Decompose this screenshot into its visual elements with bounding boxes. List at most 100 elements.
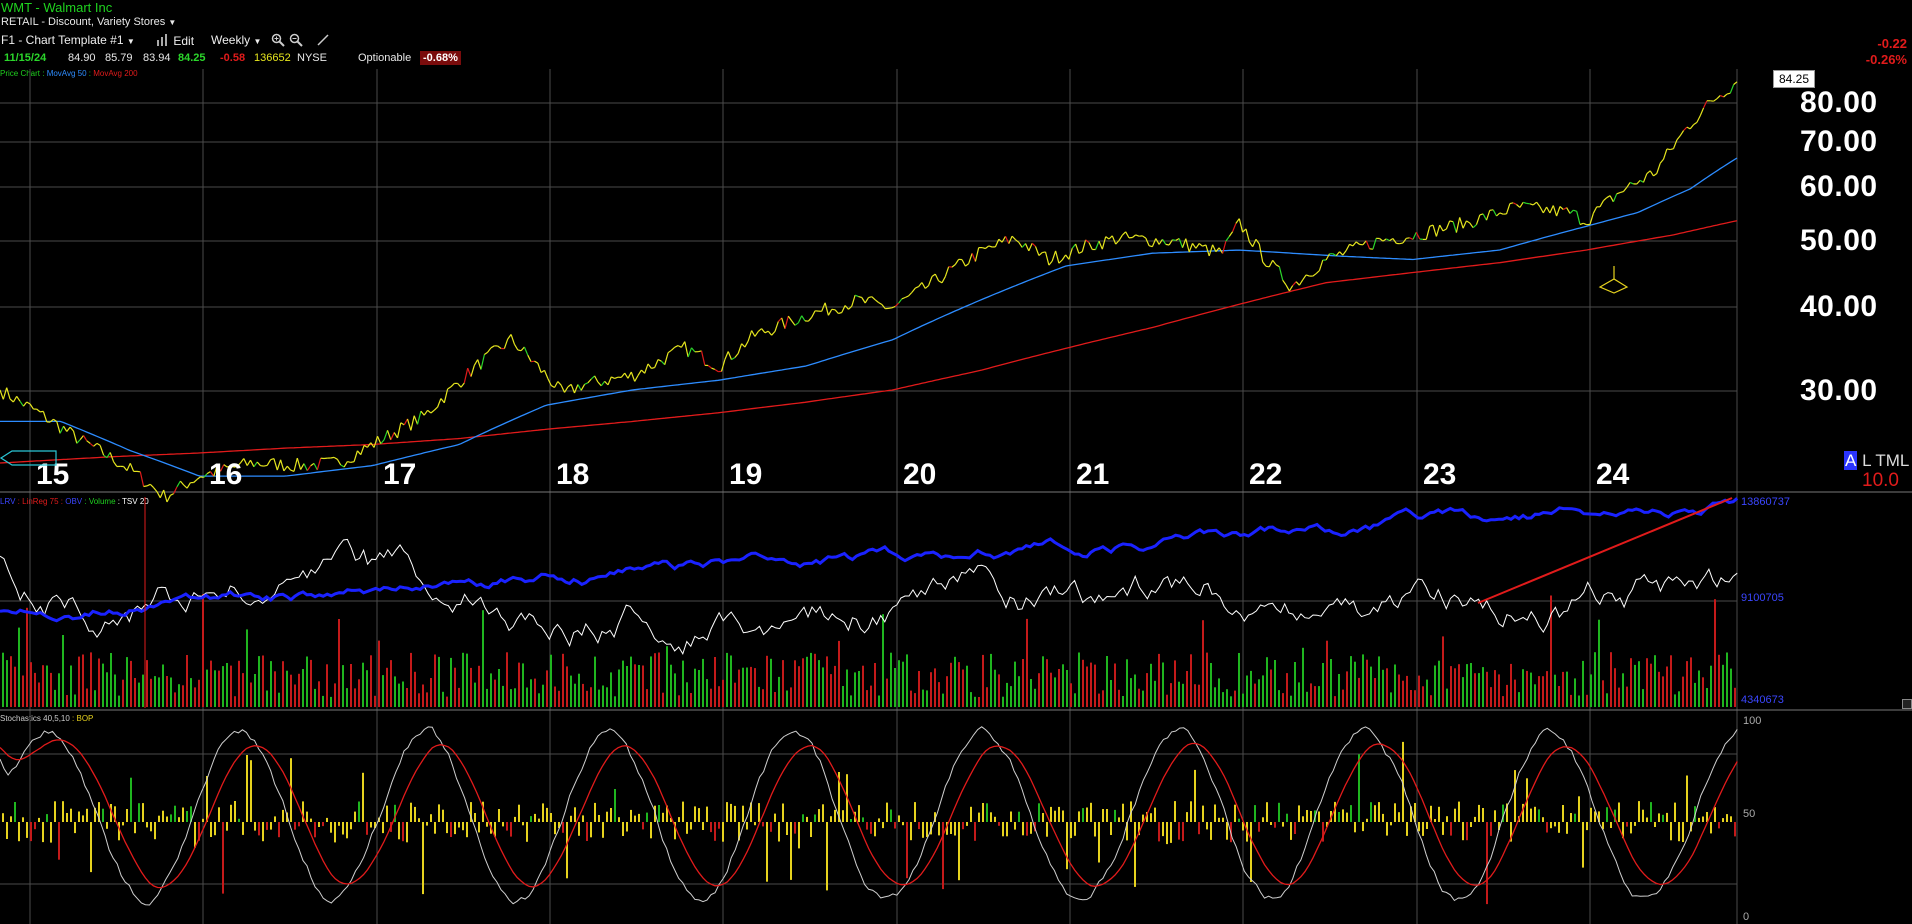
volume-bar	[934, 668, 936, 707]
bop-bar	[1546, 822, 1548, 833]
bop-bar	[1534, 806, 1536, 822]
range-marker-icon[interactable]	[0, 450, 58, 471]
price-segment	[771, 330, 776, 336]
scale-mode-toggle[interactable]: A L TML	[1844, 451, 1909, 471]
bop-bar	[486, 822, 488, 827]
volume-bar	[1642, 689, 1644, 707]
price-segment	[1068, 248, 1073, 260]
bop-bar	[1530, 808, 1532, 822]
bop-bar	[1350, 805, 1352, 822]
volume-bar	[698, 670, 700, 707]
volume-bar	[1398, 674, 1400, 707]
bop-bar	[874, 822, 876, 837]
price-segment	[915, 286, 919, 289]
volume-bar	[634, 664, 636, 707]
price-segment	[253, 461, 258, 468]
volume-bar	[1122, 696, 1124, 707]
price-segment	[1653, 173, 1658, 177]
bop-bar	[446, 822, 448, 834]
volume-bar	[1190, 654, 1192, 707]
price-segment	[437, 398, 442, 408]
volume-bar	[686, 682, 688, 707]
volume-bar	[1114, 663, 1116, 707]
bop-bars	[2, 741, 1736, 905]
volume-bar	[690, 693, 692, 707]
scroll-handle[interactable]	[1902, 696, 1912, 714]
volume-bar	[134, 678, 136, 707]
stoch-axis-label: 100	[1743, 715, 1762, 727]
volume-bar	[1446, 688, 1448, 707]
volume-bar	[14, 666, 16, 707]
volume-bar	[878, 695, 880, 707]
price-segment	[126, 463, 131, 471]
bop-bar	[1318, 811, 1320, 822]
bop-bar	[526, 822, 528, 842]
price-segment	[1609, 195, 1614, 203]
volume-bar	[1258, 679, 1260, 707]
volume-bar	[678, 695, 680, 707]
bop-bar	[502, 822, 504, 827]
price-segment	[427, 409, 432, 414]
price-segment	[1556, 206, 1561, 217]
volume-bar	[138, 682, 140, 707]
volume-bar	[1154, 680, 1156, 707]
x-tick-label: 16	[209, 458, 243, 491]
bop-bar	[898, 815, 900, 822]
bop-bar	[1462, 822, 1464, 841]
volume-bar	[46, 665, 48, 707]
volume-bar	[898, 660, 900, 707]
price-segment	[1034, 246, 1040, 256]
price-segment	[620, 372, 626, 378]
stoch-axis-label: 50	[1743, 808, 1756, 820]
bop-bar	[1310, 811, 1312, 822]
volume-bar	[818, 660, 820, 707]
volume-bar	[1498, 674, 1500, 707]
volume-bar	[638, 665, 640, 707]
volume-bar	[714, 657, 716, 707]
scale-mode-rest[interactable]: L TML	[1862, 451, 1909, 470]
price-segment	[1672, 139, 1678, 149]
scale-mode-a[interactable]: A	[1844, 451, 1858, 470]
volume-bar	[1194, 684, 1196, 707]
volume-bar	[510, 689, 512, 707]
bop-bar	[542, 803, 544, 822]
bop-bar	[1026, 822, 1028, 836]
volume-bar	[626, 666, 628, 707]
volume-bar	[1178, 681, 1180, 707]
volume-bar	[1634, 664, 1636, 707]
bop-bar	[1630, 822, 1632, 834]
bop-bar	[1078, 811, 1080, 822]
volume-bar	[1654, 655, 1656, 707]
price-segment	[1315, 270, 1320, 275]
volume-bar	[1150, 663, 1152, 707]
bop-bar	[270, 822, 272, 830]
bop-bar	[766, 822, 768, 882]
price-segment	[286, 465, 292, 471]
x-tick-label: 17	[383, 458, 417, 491]
bop-bar	[1654, 822, 1656, 827]
price-segment	[360, 445, 365, 455]
price-segment	[350, 461, 355, 463]
bop-bar	[410, 802, 412, 822]
volume-bar	[798, 666, 800, 707]
volume-bar	[362, 662, 364, 707]
price-segment	[741, 343, 746, 348]
price-segment	[510, 334, 515, 345]
volume-bar	[1078, 652, 1080, 707]
price-segment	[12, 395, 18, 403]
bop-bar	[46, 814, 48, 822]
bop-bar	[1282, 822, 1284, 827]
price-segment	[1563, 207, 1567, 211]
price-segment	[1729, 84, 1735, 94]
bop-bar	[966, 822, 968, 826]
bop-bar	[1610, 822, 1612, 828]
bop-bar	[34, 822, 36, 830]
volume-bar	[110, 653, 112, 707]
bop-bar	[22, 817, 24, 822]
price-segment	[787, 315, 793, 322]
volume-bar	[406, 688, 408, 707]
bop-bar	[1470, 822, 1472, 827]
price-segment	[680, 341, 686, 348]
price-segment	[423, 409, 429, 416]
price-segment	[1386, 238, 1390, 242]
